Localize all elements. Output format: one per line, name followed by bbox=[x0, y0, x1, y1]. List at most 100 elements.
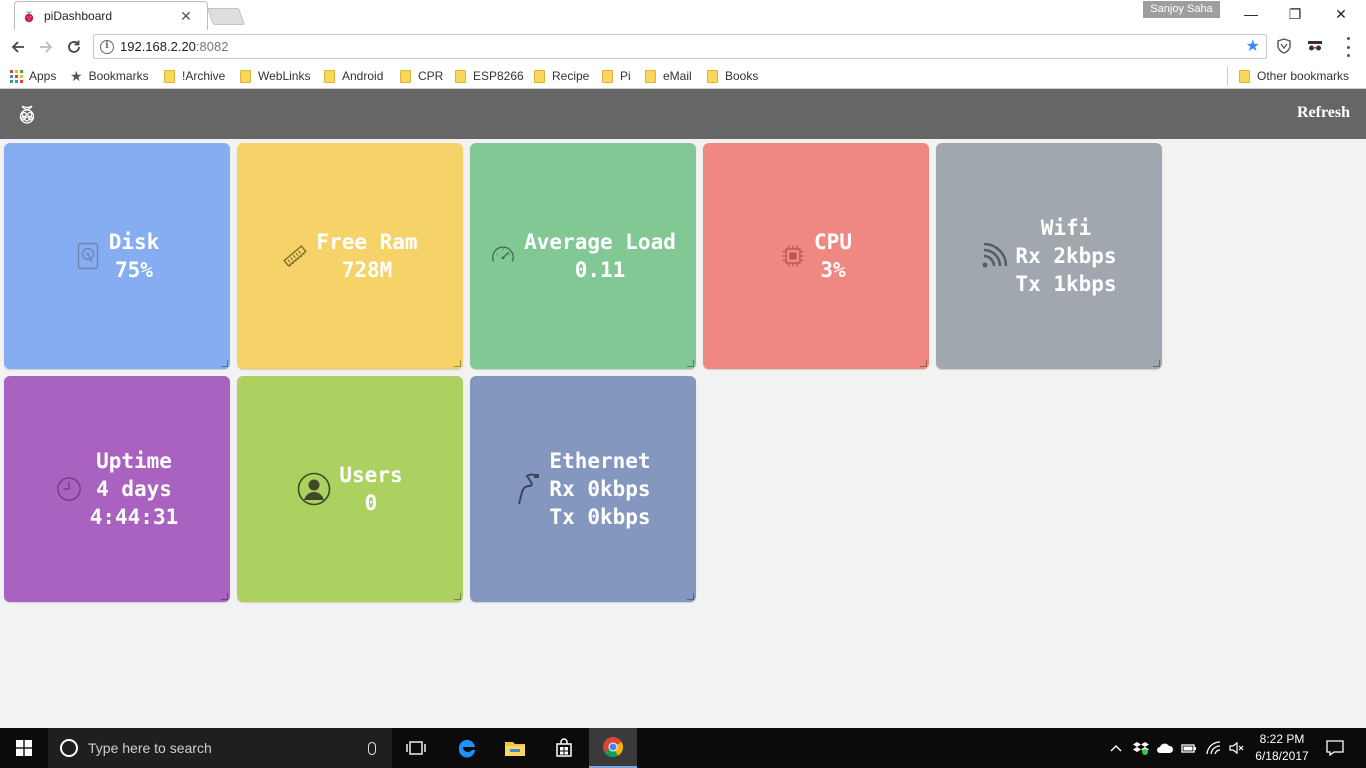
taskbar-file-explorer-button[interactable] bbox=[491, 728, 539, 768]
address-bar[interactable]: i 192.168.2.20:8082 ★ bbox=[93, 34, 1267, 59]
browser-toolbar: i 192.168.2.20:8082 ★ bbox=[0, 30, 1366, 63]
extension-shield-icon[interactable] bbox=[1274, 36, 1294, 56]
edge-browser-icon bbox=[458, 739, 475, 758]
browser-tab-strip: piDashboard ✕ Sanjoy Saha — ❐ ✕ bbox=[0, 0, 1366, 30]
bookmark-folder[interactable]: Books bbox=[707, 67, 758, 85]
bookmark-bookmarks[interactable]: ★ Bookmarks bbox=[70, 67, 149, 85]
store-bag-icon bbox=[556, 738, 572, 757]
hard-disk-icon bbox=[75, 241, 101, 271]
cortana-circle-icon bbox=[60, 739, 78, 757]
tile-uptime: Uptime 4 days 4:44:31 bbox=[4, 376, 230, 602]
tile-wifi: Wifi Rx 2kbps Tx 1kbps bbox=[936, 143, 1162, 369]
bookmark-folder[interactable]: Recipe bbox=[534, 67, 589, 85]
taskbar-store-button[interactable] bbox=[540, 728, 588, 768]
tile-uptime-days: 4 days bbox=[96, 477, 172, 501]
bookmark-folder-label: WebLinks bbox=[258, 69, 311, 83]
tab-close-icon[interactable]: ✕ bbox=[178, 8, 194, 25]
tile-users: Users 0 bbox=[237, 376, 463, 602]
bookmark-apps[interactable]: Apps bbox=[10, 67, 56, 85]
dropbox-tray-icon[interactable] bbox=[1130, 728, 1152, 768]
action-center-button[interactable] bbox=[1318, 728, 1352, 768]
bookmark-other[interactable]: Other bookmarks bbox=[1239, 67, 1349, 85]
onedrive-cloud-icon[interactable] bbox=[1154, 728, 1176, 768]
bookmark-folder-label: !Archive bbox=[182, 69, 226, 83]
taskbar-chrome-button[interactable] bbox=[589, 728, 637, 768]
tile-free-ram-text: Free Ram 728M bbox=[316, 228, 417, 284]
refresh-button[interactable]: Refresh bbox=[1297, 104, 1350, 122]
taskbar-edge-button[interactable] bbox=[443, 728, 491, 768]
extension-incognito-icon[interactable] bbox=[1305, 36, 1325, 56]
battery-icon[interactable] bbox=[1178, 728, 1200, 768]
bookmark-bookmarks-label: Bookmarks bbox=[88, 69, 149, 83]
tile-uptime-time: 4:44:31 bbox=[89, 505, 179, 529]
bookmarks-star-icon: ★ bbox=[70, 67, 83, 84]
tile-free-ram-value: 728M bbox=[341, 258, 393, 282]
bookmark-folder[interactable]: ESP8266 bbox=[455, 67, 524, 85]
ethernet-cable-icon bbox=[515, 473, 541, 505]
bookmark-folder-label: Books bbox=[725, 69, 759, 83]
microphone-icon[interactable] bbox=[368, 741, 376, 755]
tile-wifi-tx: Tx 1kbps bbox=[1015, 272, 1117, 296]
browser-tab-content[interactable]: piDashboard ✕ bbox=[22, 3, 208, 29]
taskbar-search-placeholder: Type here to search bbox=[88, 740, 212, 756]
notification-icon bbox=[1326, 740, 1344, 756]
bookmark-folder[interactable]: Pi bbox=[602, 67, 631, 85]
bookmark-folder[interactable]: !Archive bbox=[164, 67, 225, 85]
chrome-browser-icon bbox=[603, 737, 624, 758]
volume-muted-icon[interactable] bbox=[1226, 728, 1248, 768]
bookmark-folder-label: Android bbox=[342, 69, 384, 83]
url-port: :8082 bbox=[195, 39, 229, 54]
new-tab-button[interactable] bbox=[206, 8, 246, 25]
tile-cpu-title: CPU bbox=[814, 230, 852, 254]
browser-menu-icon[interactable] bbox=[1343, 37, 1353, 57]
folder-icon bbox=[400, 69, 411, 83]
raspberry-pi-logo-icon[interactable] bbox=[16, 103, 38, 125]
folder-icon bbox=[324, 69, 335, 83]
file-explorer-icon bbox=[505, 742, 525, 756]
tile-ethernet: Ethernet Rx 0kbps Tx 0kbps bbox=[470, 376, 696, 602]
forward-button[interactable] bbox=[34, 35, 58, 59]
bookmark-folder[interactable]: WebLinks bbox=[240, 67, 310, 85]
tile-users-title: Users bbox=[339, 463, 403, 487]
profile-name-badge[interactable]: Sanjoy Saha bbox=[1143, 1, 1220, 18]
close-window-button[interactable]: ✕ bbox=[1318, 0, 1364, 28]
tile-free-ram-title: Free Ram bbox=[316, 230, 418, 254]
reload-button[interactable] bbox=[62, 35, 86, 59]
folder-icon bbox=[1239, 69, 1250, 83]
taskbar-clock[interactable]: 8:22 PM 6/18/2017 bbox=[1252, 731, 1312, 765]
tile-users-value: 0 bbox=[364, 491, 378, 515]
start-button[interactable] bbox=[0, 728, 48, 768]
bookmark-folder[interactable]: CPR bbox=[400, 67, 443, 85]
chevron-up-icon bbox=[1110, 745, 1122, 752]
tile-ethernet-tx: Tx 0kbps bbox=[549, 505, 651, 529]
windows-logo-icon bbox=[16, 740, 32, 756]
back-button[interactable] bbox=[6, 35, 30, 59]
tile-cpu-text: CPU 3% bbox=[814, 228, 852, 284]
bookmark-folder-label: ESP8266 bbox=[473, 69, 524, 83]
show-hidden-icons-button[interactable] bbox=[1108, 728, 1124, 768]
folder-icon bbox=[707, 69, 718, 83]
tile-cpu: CPU 3% bbox=[703, 143, 929, 369]
bookmark-star-icon[interactable]: ★ bbox=[1246, 38, 1260, 55]
maximize-button[interactable]: ❐ bbox=[1272, 0, 1318, 28]
folder-icon bbox=[602, 69, 613, 83]
bookmark-folder[interactable]: eMail bbox=[645, 67, 692, 85]
tile-uptime-text: Uptime 4 days 4:44:31 bbox=[90, 447, 179, 531]
url-host: 192.168.2.20 bbox=[120, 39, 196, 54]
bookmark-folder-label: Pi bbox=[620, 69, 631, 83]
tile-disk-text: Disk 75% bbox=[109, 228, 160, 284]
tile-wifi-text: Wifi Rx 2kbps Tx 1kbps bbox=[1015, 214, 1116, 298]
task-view-button[interactable] bbox=[392, 728, 440, 768]
minimize-button[interactable]: — bbox=[1228, 0, 1274, 28]
tile-disk: Disk 75% bbox=[4, 143, 230, 369]
wifi-tray-icon[interactable] bbox=[1202, 728, 1224, 768]
taskbar-search-box[interactable]: Type here to search bbox=[48, 728, 392, 768]
folder-icon bbox=[645, 69, 656, 83]
site-info-icon[interactable]: i bbox=[100, 39, 114, 54]
cpu-chip-icon bbox=[780, 241, 806, 271]
bookmarks-bar: Apps ★ Bookmarks !Archive WebLinks Andro… bbox=[0, 63, 1366, 89]
windows-taskbar: Type here to search 8:22 PM 6/18/2017 bbox=[0, 728, 1366, 768]
tile-ethernet-text: Ethernet Rx 0kbps Tx 0kbps bbox=[549, 447, 650, 531]
tab-title: piDashboard bbox=[44, 9, 113, 23]
bookmark-folder[interactable]: Android bbox=[324, 67, 383, 85]
